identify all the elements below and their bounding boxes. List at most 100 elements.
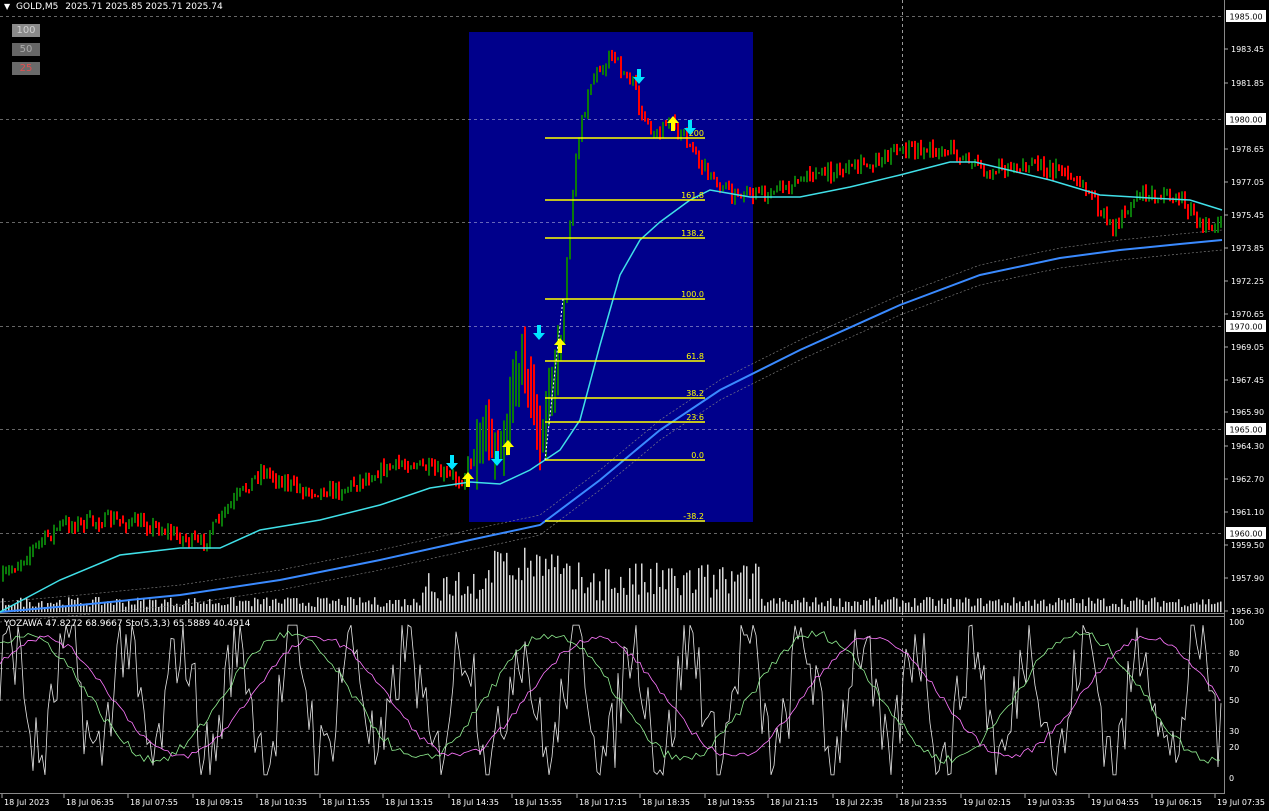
volume-bar bbox=[485, 578, 487, 612]
scale-100-button[interactable]: 100 bbox=[12, 24, 40, 37]
bear-bar bbox=[611, 49, 613, 62]
volume-bar bbox=[398, 599, 400, 612]
volume-bar bbox=[503, 561, 505, 612]
time-label: 18 Jul 23:55 bbox=[899, 798, 947, 807]
bear-bar bbox=[638, 85, 640, 116]
volume-bar bbox=[545, 558, 547, 612]
volume-bar bbox=[1040, 600, 1042, 612]
volume-bar bbox=[446, 576, 448, 612]
bear-bar bbox=[650, 120, 652, 135]
bull-bar bbox=[395, 459, 397, 471]
volume-bar bbox=[1058, 597, 1060, 612]
bear-bar bbox=[413, 462, 415, 470]
bull-bar bbox=[290, 479, 292, 492]
volume-bar bbox=[527, 567, 529, 612]
volume-bar bbox=[884, 601, 886, 612]
volume-bar bbox=[179, 606, 181, 612]
bear-bar bbox=[422, 458, 424, 467]
volume-bar bbox=[698, 568, 700, 612]
indicator-label: YOZAWA 47.8272 68.9667 Sto(5,3,3) 65.588… bbox=[4, 619, 251, 629]
chart-menu-icon[interactable]: ▼ bbox=[4, 2, 10, 11]
volume-bar bbox=[716, 589, 718, 612]
volume-bar bbox=[941, 598, 943, 612]
volume-bar bbox=[1199, 604, 1201, 612]
fib-level-label: -38.2 bbox=[683, 512, 704, 521]
ohlc-values: 2025.71 2025.85 2025.71 2025.74 bbox=[65, 2, 223, 12]
volume-bar bbox=[266, 597, 268, 612]
volume-bar bbox=[347, 597, 349, 612]
volume-bar bbox=[1175, 602, 1177, 612]
bear-bar bbox=[926, 148, 928, 153]
volume-bar bbox=[719, 569, 721, 612]
bear-bar bbox=[431, 458, 433, 467]
bull-bar bbox=[848, 159, 850, 175]
volume-bar bbox=[566, 563, 568, 612]
bear-bar bbox=[614, 51, 616, 64]
volume-bar bbox=[842, 606, 844, 612]
volume-bar bbox=[617, 592, 619, 612]
volume-bar bbox=[935, 605, 937, 612]
symbol-timeframe: GOLD,M5 bbox=[16, 2, 59, 12]
bull-bar bbox=[1082, 179, 1084, 188]
volume-bar bbox=[878, 599, 880, 612]
volume-bar bbox=[551, 554, 553, 612]
bull-bar bbox=[443, 466, 445, 482]
volume-bar bbox=[1055, 602, 1057, 612]
volume-bar bbox=[722, 567, 724, 612]
time-label: 18 Jul 15:55 bbox=[514, 798, 562, 807]
time-label: 18 Jul 11:55 bbox=[322, 798, 370, 807]
bear-bar bbox=[947, 150, 949, 156]
volume-bar bbox=[500, 553, 502, 612]
volume-bar bbox=[596, 600, 598, 612]
time-label: 18 Jul 07:55 bbox=[130, 798, 178, 807]
bull-bar bbox=[215, 519, 217, 523]
volume-bar bbox=[41, 601, 43, 612]
bear-bar bbox=[1211, 224, 1213, 231]
time-axis: 18 Jul 2023 18 Jul 06:35 18 Jul 07:55 18 Ju… bbox=[1, 794, 1265, 807]
bear-bar bbox=[470, 458, 472, 470]
volume-bar bbox=[1043, 599, 1045, 612]
bull-bar bbox=[596, 67, 598, 83]
volume-bar bbox=[869, 598, 871, 612]
chart-canvas[interactable]: -38.2 0.0 23.6 38.2 61.8 100.0 138.2 161.8 20 0 1… bbox=[0, 0, 1269, 811]
bull-bar bbox=[1190, 202, 1192, 216]
volume-bar bbox=[278, 602, 280, 612]
scale-50-button[interactable]: 50 bbox=[12, 43, 40, 56]
volume-bar bbox=[374, 597, 376, 612]
bull-bar bbox=[884, 149, 886, 165]
volume-bar bbox=[473, 573, 475, 612]
volume-bar bbox=[1022, 605, 1024, 612]
volume-bar bbox=[89, 606, 91, 612]
volume-bar bbox=[791, 604, 793, 612]
volume-bar bbox=[377, 604, 379, 612]
bear-bar bbox=[1037, 155, 1039, 172]
volume-bar bbox=[767, 602, 769, 612]
volume-bar bbox=[113, 604, 115, 612]
volume-bar bbox=[104, 602, 106, 612]
scale-25-button[interactable]: 25 bbox=[12, 62, 40, 75]
volume-bar bbox=[1169, 602, 1171, 612]
bull-bar bbox=[929, 141, 931, 158]
bear-bar bbox=[665, 119, 667, 127]
volume-bar bbox=[998, 599, 1000, 612]
bull-bar bbox=[854, 159, 856, 170]
bear-bar bbox=[857, 159, 859, 174]
time-label: 18 Jul 10:35 bbox=[259, 798, 307, 807]
bear-bar bbox=[539, 405, 541, 471]
volume-bar bbox=[455, 580, 457, 612]
fibonacci-box[interactable] bbox=[469, 32, 753, 522]
bear-bar bbox=[446, 466, 448, 478]
bear-bar bbox=[398, 454, 400, 470]
volume-bar bbox=[440, 600, 442, 612]
volume-bar bbox=[365, 602, 367, 612]
bull-bar bbox=[1136, 190, 1138, 202]
bear-bar bbox=[407, 460, 409, 473]
volume-bar bbox=[1220, 601, 1222, 612]
volume-bar bbox=[983, 606, 985, 612]
bear-bar bbox=[314, 493, 316, 498]
bear-bar bbox=[248, 489, 250, 494]
volume-bar bbox=[923, 599, 925, 612]
volume-bar bbox=[731, 571, 733, 612]
volume-bar bbox=[569, 565, 571, 612]
volume-bar bbox=[995, 600, 997, 612]
